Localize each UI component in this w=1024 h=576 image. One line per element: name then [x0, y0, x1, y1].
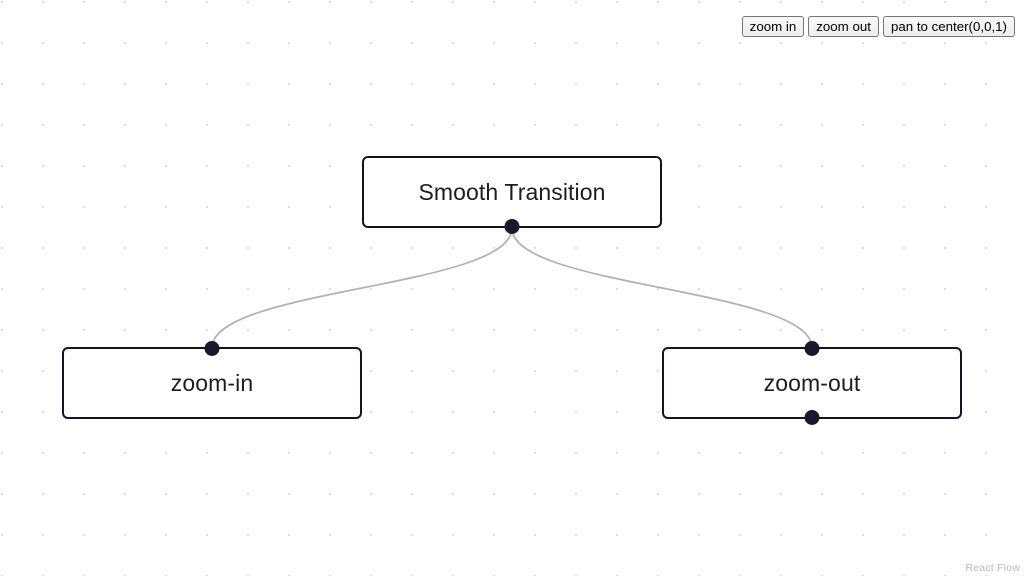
node-zoom-in[interactable]: zoom-in	[62, 341, 362, 419]
zoom-in-button[interactable]: zoom in	[741, 16, 805, 37]
zoom-out-button[interactable]: zoom out	[808, 16, 879, 37]
controls-panel: zoom in zoom out pan to center(0,0,1)	[741, 16, 1015, 37]
react-flow-attribution[interactable]: React Flow	[965, 562, 1020, 574]
node-label-zoom-out: zoom-out	[763, 369, 861, 396]
source-handle-zoom-out[interactable]	[804, 410, 820, 425]
node-smooth-transition[interactable]: Smooth Transition	[362, 156, 662, 234]
nodes-layer: Smooth Transition zoom-in zoom-out	[0, 0, 1024, 576]
target-handle-zoom-out[interactable]	[804, 341, 820, 356]
node-zoom-out[interactable]: zoom-out	[662, 341, 962, 425]
react-flow-canvas[interactable]: Smooth Transition zoom-in zoom-out zoom …	[0, 0, 1024, 576]
pan-to-center-button[interactable]: pan to center(0,0,1)	[882, 16, 1015, 37]
source-handle-smooth-transition[interactable]	[504, 219, 520, 234]
node-label-zoom-in: zoom-in	[170, 369, 254, 396]
node-label-smooth-transition: Smooth Transition	[418, 178, 606, 205]
target-handle-zoom-in[interactable]	[204, 341, 220, 356]
